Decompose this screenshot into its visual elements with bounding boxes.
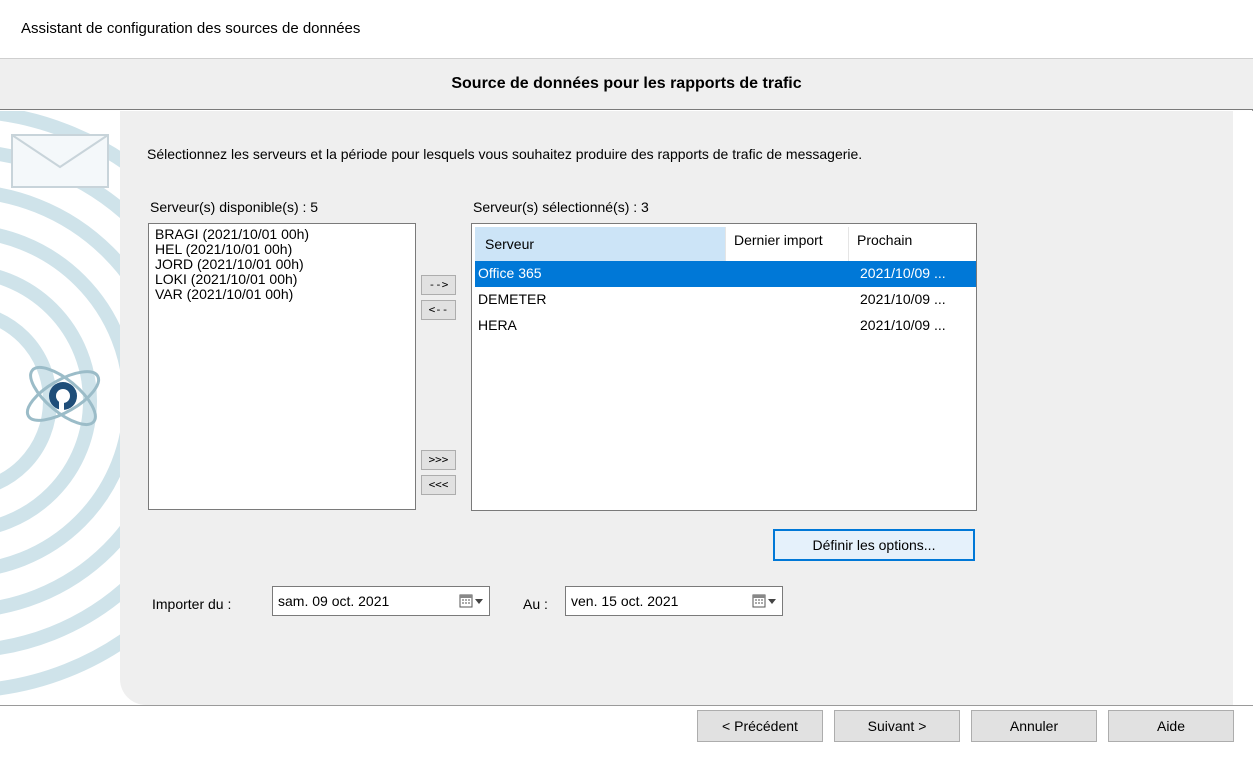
column-header-next[interactable]: Prochain xyxy=(849,227,976,261)
wizard-window: Assistant de configuration des sources d… xyxy=(0,0,1253,757)
list-item[interactable]: BRAGI (2021/10/01 00h) xyxy=(155,227,409,242)
cell-next: 2021/10/09 ... xyxy=(860,291,946,307)
import-from-value: sam. 09 oct. 2021 xyxy=(278,593,390,609)
available-servers-label: Serveur(s) disponible(s) : 5 xyxy=(150,199,319,215)
cell-next: 2021/10/09 ... xyxy=(860,265,946,281)
next-button[interactable]: Suivant > xyxy=(834,710,960,742)
import-to-label: Au : xyxy=(523,596,548,612)
define-options-button[interactable]: Définir les options... xyxy=(773,529,975,561)
import-to-datepicker[interactable]: ven. 15 oct. 2021 xyxy=(565,586,783,616)
cancel-button[interactable]: Annuler xyxy=(971,710,1097,742)
table-row[interactable]: Office 365 2021/10/09 ... xyxy=(475,261,976,287)
envelope-icon xyxy=(11,134,109,188)
window-title: Assistant de configuration des sources d… xyxy=(21,20,361,37)
cell-server: DEMETER xyxy=(478,291,547,307)
add-all-servers-button[interactable]: >>> xyxy=(421,450,456,470)
intro-text: Sélectionnez les serveurs et la période … xyxy=(147,146,863,162)
add-server-button[interactable]: --> xyxy=(421,275,456,295)
remove-all-servers-button[interactable]: <<< xyxy=(421,475,456,495)
selected-servers-label: Serveur(s) sélectionné(s) : 3 xyxy=(473,199,649,215)
page-header: Source de données pour les rapports de t… xyxy=(0,58,1253,110)
list-item[interactable]: JORD (2021/10/01 00h) xyxy=(155,257,409,272)
column-header-last-import[interactable]: Dernier import xyxy=(726,227,849,261)
table-row[interactable]: HERA 2021/10/09 ... xyxy=(475,313,976,339)
selected-servers-listview[interactable]: Serveur Dernier import Prochain Office 3… xyxy=(471,223,977,511)
previous-button[interactable]: < Précédent xyxy=(697,710,823,742)
list-item[interactable]: VAR (2021/10/01 00h) xyxy=(155,287,409,302)
page-title: Source de données pour les rapports de t… xyxy=(451,75,802,92)
import-from-datepicker[interactable]: sam. 09 oct. 2021 xyxy=(272,586,490,616)
column-header-server[interactable]: Serveur xyxy=(475,227,726,261)
cell-server: Office 365 xyxy=(478,265,542,281)
remove-server-button[interactable]: <-- xyxy=(421,300,456,320)
import-from-label: Importer du : xyxy=(152,596,232,612)
product-logo xyxy=(25,366,101,426)
title-bar: Assistant de configuration des sources d… xyxy=(0,0,1253,58)
available-servers-list[interactable]: BRAGI (2021/10/01 00h) HEL (2021/10/01 0… xyxy=(148,223,416,510)
calendar-dropdown-icon[interactable] xyxy=(752,593,778,609)
list-item[interactable]: LOKI (2021/10/01 00h) xyxy=(155,272,409,287)
listview-header: Serveur Dernier import Prochain xyxy=(475,227,976,261)
cell-next: 2021/10/09 ... xyxy=(860,317,946,333)
calendar-dropdown-icon[interactable] xyxy=(459,593,485,609)
list-item[interactable]: HEL (2021/10/01 00h) xyxy=(155,242,409,257)
cell-server: HERA xyxy=(478,317,517,333)
table-row[interactable]: DEMETER 2021/10/09 ... xyxy=(475,287,976,313)
help-button[interactable]: Aide xyxy=(1108,710,1234,742)
import-to-value: ven. 15 oct. 2021 xyxy=(571,593,679,609)
